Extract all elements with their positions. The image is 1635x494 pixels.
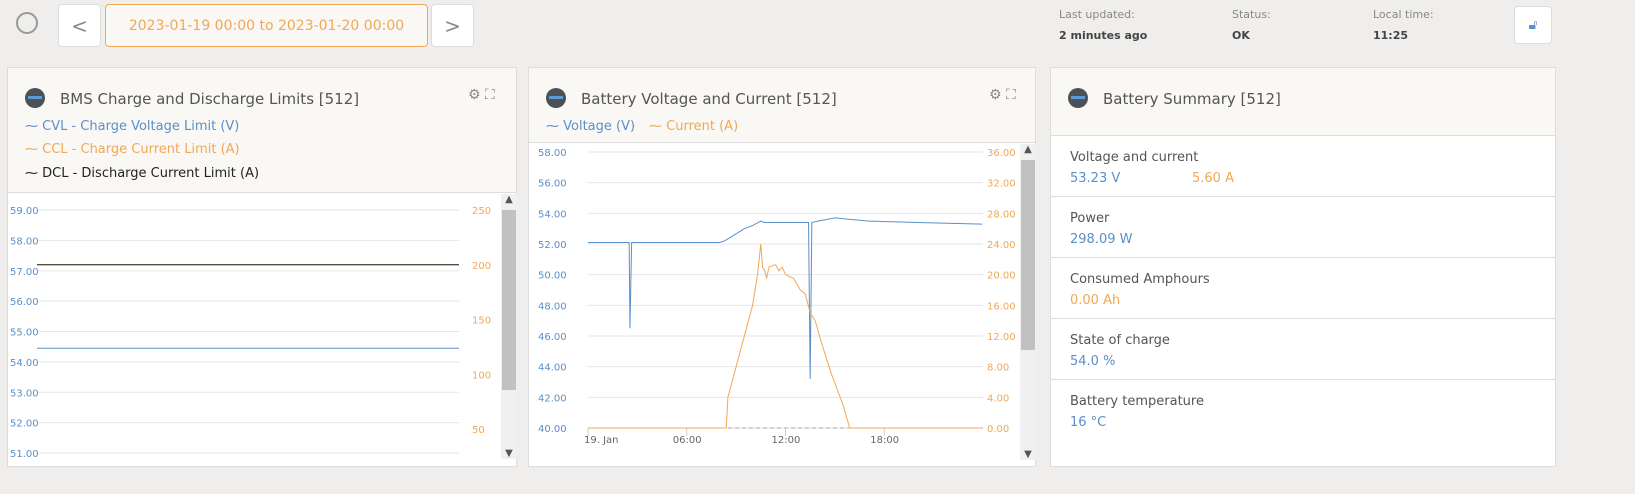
legend-ccl[interactable]: ⁓ CCL - Charge Current Limit (A)	[25, 142, 240, 157]
scrollbar[interactable]: ▲ ▼	[1020, 144, 1036, 460]
y-tick-label: 56.00	[538, 179, 567, 190]
next-range-button[interactable]: >	[431, 4, 474, 47]
legend-voltage[interactable]: ⁓ Voltage (V)	[546, 119, 635, 134]
y-tick-label: 58.00	[10, 236, 39, 247]
battery-icon	[1068, 88, 1088, 108]
y2-tick-label: 36.00	[987, 148, 1016, 159]
summary-label: Power	[1070, 211, 1110, 226]
battery-summary-panel: Battery Summary [512] Voltage and curren…	[1050, 67, 1556, 467]
y-tick-label: 55.00	[10, 328, 39, 339]
status-value: OK	[1232, 29, 1250, 42]
legend-label: CVL - Charge Voltage Limit (V)	[42, 119, 240, 134]
y2-tick-label: 16.00	[987, 301, 1016, 312]
summary-label: Consumed Amphours	[1070, 272, 1210, 287]
y-tick-label: 59.00	[10, 206, 39, 217]
x-tick-label: 18:00	[870, 435, 899, 446]
y2-tick-label: 4.00	[987, 393, 1009, 404]
y2-tick-label: 32.00	[987, 179, 1016, 190]
battery-icon	[25, 88, 45, 108]
date-range-picker[interactable]: 2023-01-19 00:00 to 2023-01-20 00:00	[105, 4, 428, 47]
voltage-current-chart: 58.00 56.00 54.00 52.00 50.00 48.00 46.00 44.00…	[538, 148, 1016, 446]
y-tick-label: 56.00	[10, 297, 39, 308]
x-tick-label: 19. Jan	[584, 435, 619, 446]
y-tick-label: 50.00	[538, 271, 567, 282]
summary-row: Power 298.09 W	[1051, 196, 1555, 257]
y2-tick-label: 20.00	[987, 271, 1016, 282]
y2-tick-label: 250	[472, 206, 491, 217]
series-line-voltage	[588, 217, 983, 379]
y2-tick-label: 50	[472, 425, 485, 436]
summary-row: Consumed Amphours 0.00 Ah	[1051, 257, 1555, 318]
y2-tick-label: 28.00	[987, 209, 1016, 220]
y-tick-label: 58.00	[538, 148, 567, 159]
panel-title: BMS Charge and Discharge Limits [512]	[60, 90, 360, 108]
local-time-value: 11:25	[1373, 29, 1409, 42]
summary-label: State of charge	[1070, 333, 1170, 348]
summary-value: 16 °C	[1070, 415, 1107, 430]
bms-limits-panel: BMS Charge and Discharge Limits [512] ⚙ …	[7, 67, 517, 467]
y2-tick-label: 200	[472, 261, 491, 272]
y-tick-label: 57.00	[10, 267, 39, 278]
battery-icon	[546, 88, 566, 108]
legend-label: Current (A)	[666, 119, 739, 134]
status-label: Status:	[1232, 8, 1271, 21]
settings-icon[interactable]: ⚙	[468, 87, 481, 103]
y-tick-label: 48.00	[538, 301, 567, 312]
legend-cvl[interactable]: ⁓ CVL - Charge Voltage Limit (V)	[25, 119, 239, 134]
y-tick-label: 54.00	[538, 209, 567, 220]
y-tick-label: 44.00	[538, 363, 567, 374]
summary-value: 54.0 %	[1070, 354, 1116, 369]
summary-row: Battery temperature 16 °C	[1051, 379, 1555, 440]
legend-label: DCL - Discharge Current Limit (A)	[42, 166, 260, 181]
expand-icon[interactable]: ⛶	[1006, 87, 1016, 103]
summary-label: Voltage and current	[1070, 150, 1199, 165]
x-tick-label: 06:00	[673, 435, 702, 446]
lock-button[interactable]: 🔓︎	[1514, 6, 1552, 44]
last-updated-label: Last updated:	[1059, 8, 1135, 21]
summary-row: State of charge 54.0 %	[1051, 318, 1555, 379]
legend-label: Voltage (V)	[563, 119, 636, 134]
scrollbar[interactable]: ▲ ▼	[501, 194, 517, 459]
local-time-label: Local time:	[1373, 8, 1434, 21]
summary-row: Voltage and current 53.23 V 5.60 A	[1051, 135, 1555, 196]
summary-value: 5.60 A	[1192, 171, 1234, 186]
y-tick-label: 40.00	[538, 424, 567, 435]
y-tick-label: 46.00	[538, 332, 567, 343]
y2-tick-label: 12.00	[987, 332, 1016, 343]
voltage-current-panel: Battery Voltage and Current [512] ⚙ ⛶ ⁓ …	[528, 67, 1036, 467]
legend-current[interactable]: ⁓ Current (A)	[649, 119, 738, 134]
summary-value: 298.09 W	[1070, 232, 1133, 247]
legend-label: CCL - Charge Current Limit (A)	[42, 142, 240, 157]
x-tick-label: 12:00	[772, 435, 801, 446]
y2-tick-label: 0.00	[987, 424, 1009, 435]
y-tick-label: 54.00	[10, 358, 39, 369]
last-updated-value: 2 minutes ago	[1059, 29, 1148, 42]
prev-range-button[interactable]: <	[58, 4, 101, 47]
y-tick-label: 51.00	[10, 449, 39, 460]
summary-label: Battery temperature	[1070, 394, 1204, 409]
panel-title: Battery Summary [512]	[1103, 90, 1281, 108]
y2-tick-label: 100	[472, 370, 491, 381]
y-tick-label: 52.00	[10, 419, 39, 430]
settings-icon[interactable]: ⚙	[989, 87, 1002, 103]
y2-tick-label: 150	[472, 316, 491, 327]
panel-title: Battery Voltage and Current [512]	[581, 90, 837, 108]
summary-value: 0.00 Ah	[1070, 293, 1121, 308]
y-tick-label: 53.00	[10, 388, 39, 399]
y-tick-label: 42.00	[538, 393, 567, 404]
unlock-icon: 🔓︎	[1528, 17, 1538, 33]
legend-dcl[interactable]: ⁓ DCL - Discharge Current Limit (A)	[25, 166, 259, 181]
expand-icon[interactable]: ⛶	[485, 87, 495, 103]
y2-tick-label: 24.00	[987, 240, 1016, 251]
y2-tick-label: 8.00	[987, 363, 1009, 374]
y-tick-label: 52.00	[538, 240, 567, 251]
summary-value: 53.23 V	[1070, 171, 1121, 186]
clock-icon[interactable]	[16, 12, 38, 34]
bms-limits-chart: 59.00 58.00 57.00 56.00 55.00 54.00 53.00 52.00…	[10, 206, 491, 460]
